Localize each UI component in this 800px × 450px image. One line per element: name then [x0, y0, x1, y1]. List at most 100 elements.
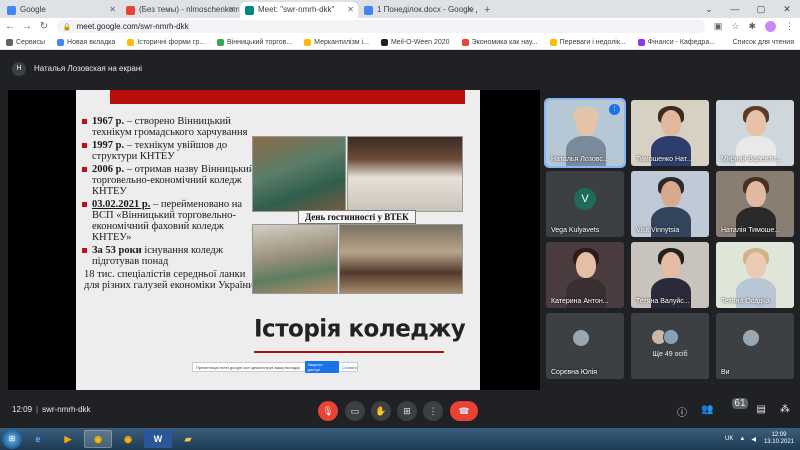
new-tab-button[interactable]: +: [478, 2, 496, 18]
reload-icon[interactable]: ↻: [37, 21, 51, 32]
start-button[interactable]: ⊞: [2, 429, 22, 449]
bookmark-item[interactable]: Мeil-O-Ween 2020: [380, 38, 450, 46]
meeting-controls: 12:09 | swr-nmrh-dkk 🎙 ▭ ✋ ⊞ ⋮ ☎ ⓘ 👥61 ▤ ⁂: [0, 396, 800, 426]
participant-tile[interactable]: Мирний Валенти...: [716, 100, 794, 166]
camera-icon: ▭: [350, 406, 360, 416]
more-options-button[interactable]: ⋮: [423, 401, 443, 421]
photo-chefs: [347, 136, 463, 212]
participant-tile[interactable]: Катерина Антон...: [546, 242, 624, 308]
participant-tile[interactable]: Наталія Тимоше...: [716, 171, 794, 237]
tab-gmail[interactable]: (Без темы) - nlmoschenkom@gm ✕: [121, 2, 239, 18]
participant-video: [631, 313, 709, 379]
participant-name: Visit Vinnytsia: [636, 227, 680, 234]
chevron-down-icon[interactable]: ⌄: [696, 0, 722, 18]
participant-tile[interactable]: Ви: [716, 313, 794, 379]
lock-icon[interactable]: 🔒: [63, 23, 72, 31]
participant-tile[interactable]: Ще 49 осіб: [631, 313, 709, 379]
photo-table: [339, 224, 463, 294]
bookmark-item[interactable]: Переваги і недолік...: [549, 38, 626, 46]
volume-icon[interactable]: ◀: [751, 436, 756, 443]
docs-favicon-icon: [364, 6, 373, 15]
participant-name: Наталья Лозовс...: [551, 156, 609, 163]
reading-list[interactable]: Список для чтения: [733, 39, 794, 46]
participant-name: Vega Kulyavets: [551, 227, 600, 234]
media-player-icon[interactable]: ▶: [54, 430, 82, 448]
stop-sharing-button[interactable]: Закрити доступ: [304, 361, 339, 373]
chat-icon[interactable]: ▤: [757, 404, 766, 419]
tab-google[interactable]: Google ✕: [2, 2, 120, 18]
avatar-image: [742, 329, 760, 347]
bookmark-item[interactable]: Меркантилізм і...: [304, 38, 369, 46]
bookmark-item[interactable]: Новая вкладка: [57, 38, 116, 46]
profile-avatar[interactable]: [765, 21, 776, 32]
back-icon[interactable]: ←: [3, 21, 17, 32]
participant-tile[interactable]: Visit Vinnytsia: [631, 171, 709, 237]
participant-tile[interactable]: ⋮ Наталья Лозовс...: [544, 98, 626, 168]
person-face: [576, 110, 596, 136]
slide-title: Історія коледжу: [254, 315, 466, 343]
activities-icon[interactable]: ⁂: [780, 404, 790, 419]
gmail-favicon-icon: [126, 6, 135, 15]
mic-off-icon: 🎙: [322, 406, 334, 416]
bookmark-label: Мeil-O-Ween 2020: [390, 38, 450, 46]
mic-off-button[interactable]: 🎙: [318, 401, 338, 421]
participant-tile[interactable]: V Vega Kulyavets: [546, 171, 624, 237]
bookmark-icon: [127, 38, 135, 46]
language-indicator[interactable]: UK: [725, 436, 733, 442]
maximize-icon[interactable]: ▢: [748, 0, 774, 18]
tab-label: (Без темы) - nlmoschenkom@gm: [139, 5, 239, 14]
participant-tile[interactable]: Тетяна Валуйс...: [631, 242, 709, 308]
ie-icon[interactable]: e: [24, 430, 52, 448]
word-icon[interactable]: W: [144, 430, 172, 448]
url-field[interactable]: 🔒 meet.google.com/swr-nmrh-dkk: [56, 20, 705, 33]
tab-meet[interactable]: Meet: "swr-nmrh-dkk" ✕: [240, 2, 358, 18]
close-icon[interactable]: ✕: [109, 2, 116, 18]
bookmark-label: Экономика как нау...: [471, 38, 538, 46]
clock[interactable]: 12:09 13.10.2021: [764, 432, 794, 446]
chrome-icon[interactable]: ◉: [114, 430, 142, 448]
person-face: [576, 252, 596, 278]
bookmark-item[interactable]: Сервисы: [6, 38, 46, 46]
chrome-icon[interactable]: ◉: [84, 430, 112, 448]
present-button[interactable]: ⊞: [397, 401, 417, 421]
info-icon[interactable]: ⓘ: [677, 404, 687, 419]
bullet-item: 1997 р. – технікум увійшов до структури …: [82, 140, 262, 162]
star-icon[interactable]: ☆: [731, 21, 739, 32]
leave-call-button[interactable]: ☎: [450, 401, 478, 421]
close-icon[interactable]: ✕: [228, 2, 235, 18]
bookmark-item[interactable]: Фінанси - Кафедра...: [637, 38, 715, 46]
meeting-time: 12:09: [12, 405, 33, 414]
hide-button[interactable]: Сховати: [342, 365, 357, 370]
menu-icon[interactable]: ⋮: [785, 21, 794, 32]
network-icon[interactable]: ▲: [739, 436, 745, 442]
people-button[interactable]: 👥61: [701, 398, 748, 419]
close-icon[interactable]: ✕: [347, 2, 354, 18]
bookmark-label: Новая вкладка: [67, 38, 116, 46]
close-window-icon[interactable]: ✕: [774, 0, 800, 18]
participant-tile[interactable]: Тимошенко Нат...: [631, 100, 709, 166]
camera-button[interactable]: ▭: [345, 401, 365, 421]
presentation-stage[interactable]: 1967 р. – створено Вінницький технікум г…: [8, 90, 540, 390]
participant-name: Мирний Валенти...: [721, 156, 782, 163]
share-notice-text: Презентація meet.google.com демонструє в…: [196, 364, 301, 370]
camera-icon[interactable]: ▣: [714, 21, 723, 32]
folder-icon[interactable]: ▰: [174, 430, 202, 448]
raise-hand-button[interactable]: ✋: [371, 401, 391, 421]
bookmark-label: Сервисы: [16, 38, 46, 46]
presenter-header: Н Наталья Лозовская на екрані: [0, 51, 800, 86]
participant-name: Наталія Тимоше...: [721, 227, 781, 234]
tab-bar: Google ✕ (Без темы) - nlmoschenkom@gm ✕ …: [0, 0, 800, 18]
participant-name: Сорєвна Юлія: [551, 369, 598, 376]
participant-tile[interactable]: Тетяна Осадча: [716, 242, 794, 308]
extensions-icon[interactable]: ✱: [748, 21, 756, 32]
more-participants-avatars: [651, 329, 679, 345]
close-icon[interactable]: ✕: [466, 2, 473, 18]
people-count-badge: 61: [732, 398, 748, 409]
bookmark-item[interactable]: Вінницький торгов...: [217, 38, 292, 46]
tab-drive-doc[interactable]: 1 Понеділок.docx - Google Диск ✕: [359, 2, 477, 18]
minimize-icon[interactable]: —: [722, 0, 748, 18]
forward-icon[interactable]: →: [20, 21, 34, 32]
bookmark-item[interactable]: Історичні форми гр...: [127, 38, 205, 46]
bookmark-item[interactable]: Экономика как нау...: [461, 38, 538, 46]
participant-tile[interactable]: Сорєвна Юлія: [546, 313, 624, 379]
